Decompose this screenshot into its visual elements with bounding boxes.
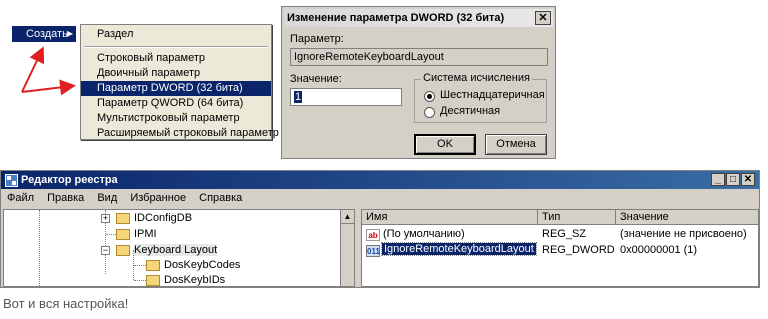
param-label: Параметр: [290,33,344,45]
expand-icon[interactable]: + [101,214,110,223]
tree-item-idconfigdb[interactable]: IDConfigDB [134,212,192,224]
menu-item-string[interactable]: Строковый параметр [81,51,271,66]
edit-dword-dialog: Изменение параметра DWORD (32 бита) ✕ Па… [281,6,556,159]
window-title: Редактор реестра [1,171,759,189]
close-window-icon[interactable]: ✕ [741,173,755,186]
scroll-up-icon[interactable]: ▲ [341,210,354,224]
folder-icon [146,275,160,286]
folder-open-icon [116,245,130,256]
tree-item-ipmi[interactable]: IPMI [134,228,157,240]
minimize-icon[interactable]: _ [711,173,725,186]
menu-help[interactable]: Справка [199,192,242,204]
decimal-radio[interactable] [424,107,435,118]
binary-value-icon: 011 [366,245,380,257]
folder-icon [146,260,160,271]
menu-edit[interactable]: Правка [47,192,84,204]
tree-item-doskeybids[interactable]: DosKeybIDs [164,274,225,286]
menu-favorites[interactable]: Избранное [130,192,186,204]
folder-icon [116,213,130,224]
menu-item-key[interactable]: Раздел [81,27,271,42]
tree-line [134,280,146,281]
close-icon[interactable]: ✕ [535,11,551,25]
tree-line [106,234,116,235]
decimal-label: Десятичная [440,105,501,117]
row-value: 0x00000001 (1) [620,244,698,256]
menu-item-multistring[interactable]: Мультистроковый параметр [81,111,271,126]
row-type: REG_DWORD [542,244,615,256]
row-value: (значение не присвоено) [620,228,747,240]
values-list: Имя Тип Значение ab (По умолчанию) REG_S… [361,209,759,287]
tree-scrollbar[interactable]: ▲ [340,210,354,286]
row-name[interactable]: (По умолчанию) [383,228,465,240]
value-text: 1 [294,91,303,103]
hex-label: Шестнадцатеричная [440,89,545,101]
folder-icon [116,229,130,240]
tree-line [39,210,40,286]
string-value-icon: ab [366,229,380,241]
dialog-title: Изменение параметра DWORD (32 бита) [284,9,553,27]
tree-line [134,265,146,266]
column-value[interactable]: Значение [616,210,758,225]
column-name[interactable]: Имя [362,210,538,225]
caption-text: Вот и вся настройка! [3,296,129,311]
window-title-text: Редактор реестра [21,174,118,186]
radix-label: Система исчисления [421,72,532,84]
column-type[interactable]: Тип [538,210,616,225]
menu-item-dword[interactable]: Параметр DWORD (32 бита) [81,81,271,96]
menu-view[interactable]: Вид [97,192,117,204]
tree-item-keyboard-layout[interactable]: Keyboard Layout [134,244,218,256]
menu-item-binary[interactable]: Двоичный параметр [81,66,271,81]
menu-bar: Файл Правка Вид Избранное Справка [1,190,759,207]
hex-radio[interactable] [424,91,435,102]
create-submenu: Раздел Строковый параметр Двоичный парам… [80,24,279,141]
cancel-button[interactable]: Отмена [485,134,547,155]
registry-editor-window: Редактор реестра _ □ ✕ Файл Правка Вид И… [0,170,760,288]
menu-file[interactable]: Файл [7,192,34,204]
regedit-icon [5,174,18,187]
menu-separator [84,46,268,48]
param-name-field: IgnoreRemoteKeyboardLayout [290,48,548,66]
key-tree: + IDConfigDB IPMI − Keyboard Layout DosK… [3,209,355,287]
row-name-selected[interactable]: IgnoreRemoteKeyboardLayout [381,242,537,256]
maximize-icon[interactable]: □ [726,173,740,186]
row-type: REG_SZ [542,228,587,240]
ok-button[interactable]: OK [414,134,476,155]
menu-item-expandable-string[interactable]: Расширяемый строковый параметр [81,126,279,141]
collapse-icon[interactable]: − [101,246,110,255]
value-label: Значение: [290,73,342,85]
tree-item-doskeybcodes[interactable]: DosKeybCodes [164,259,240,271]
menu-item-qword[interactable]: Параметр QWORD (64 бита) [81,96,271,111]
value-input[interactable]: 1 [290,88,402,106]
annotation-arrows [21,46,76,96]
